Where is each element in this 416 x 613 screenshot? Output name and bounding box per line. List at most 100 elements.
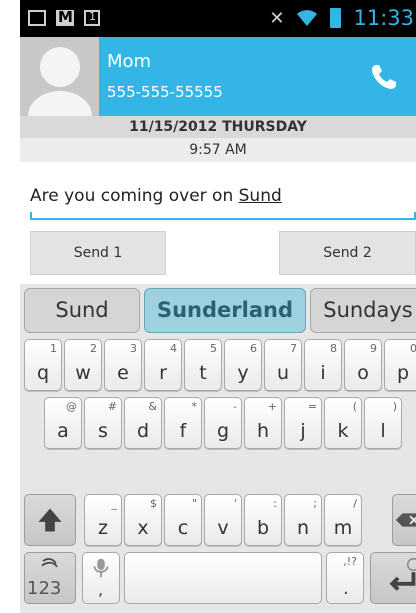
key-hint: $	[150, 497, 157, 510]
notification-icons	[28, 8, 100, 26]
phone-icon[interactable]	[368, 61, 400, 93]
key-label: o	[357, 362, 369, 384]
key-hint: #	[107, 400, 117, 413]
key-o[interactable]: 9o	[344, 339, 382, 391]
key-hint: ;	[313, 497, 317, 510]
smiley-enter-icon	[389, 558, 416, 591]
message-input[interactable]: Are you coming over on Sund	[30, 170, 416, 222]
key-m[interactable]: / m	[324, 494, 362, 546]
key-label: k	[337, 420, 349, 442]
contact-number: 555-555-55555	[107, 83, 223, 101]
send-2-button[interactable]: Send 2	[279, 231, 416, 275]
period-key-hint: ,!?	[343, 555, 357, 568]
avatar-placeholder-icon[interactable]	[20, 37, 99, 116]
voice-comma-key[interactable]: ,	[82, 552, 120, 604]
composing-word: Sund	[238, 186, 282, 206]
key-label: b	[256, 517, 270, 539]
suggestion-alt[interactable]: Sundays	[310, 288, 416, 333]
key-h[interactable]: + h	[244, 397, 282, 449]
key-hint: 2	[90, 342, 97, 355]
system-icons: ✕ 11:33	[269, 6, 414, 30]
key-l[interactable]: ) l	[364, 397, 402, 449]
key-label: z	[98, 517, 108, 539]
key-label: w	[75, 362, 91, 384]
key-hint: 6	[250, 342, 257, 355]
input-underline	[30, 212, 416, 220]
key-hint: =	[307, 400, 317, 413]
key-z[interactable]: _ z	[84, 494, 122, 546]
microphone-icon	[93, 558, 109, 578]
key-w[interactable]: 2w	[64, 339, 102, 391]
key-t[interactable]: 5t	[184, 339, 222, 391]
key-label: n	[296, 517, 310, 539]
key-hint: &	[148, 400, 157, 413]
key-hint: _	[111, 497, 118, 510]
comma-label: ,	[98, 580, 104, 599]
key-hint: )	[392, 400, 397, 413]
calendar-icon	[84, 10, 100, 26]
key-hint: 1	[50, 342, 57, 355]
suggestion-typed[interactable]: Sund	[24, 288, 140, 333]
key-label: t	[199, 362, 207, 384]
key-a[interactable]: @ a	[44, 397, 82, 449]
key-c[interactable]: " c	[164, 494, 202, 546]
key-hint: (	[352, 400, 357, 413]
key-label: i	[320, 362, 326, 384]
key-r[interactable]: 4r	[144, 339, 182, 391]
shift-arrow-icon	[38, 508, 62, 532]
battery-icon	[330, 8, 342, 28]
key-x[interactable]: $ x	[124, 494, 162, 546]
symbols-key[interactable]: 123	[24, 552, 76, 604]
key-label: x	[137, 517, 149, 539]
send-1-button[interactable]: Send 1	[30, 231, 166, 275]
key-v[interactable]: ' v	[204, 494, 242, 546]
message-text[interactable]: Are you coming over on Sund	[30, 186, 282, 206]
key-n[interactable]: ; n	[284, 494, 322, 546]
suggestion-selected[interactable]: Sunderland	[144, 288, 306, 333]
key-hint: :	[273, 497, 277, 510]
key-hint: /	[353, 497, 357, 510]
key-label: u	[276, 362, 290, 384]
contact-header[interactable]: Mom 555-555-55555	[20, 37, 416, 116]
key-e[interactable]: 3e	[104, 339, 142, 391]
key-y[interactable]: 6y	[224, 339, 262, 391]
key-hint: 4	[170, 342, 177, 355]
key-hint: @	[66, 400, 77, 413]
key-label: j	[300, 420, 306, 442]
key-k[interactable]: (k	[324, 397, 362, 449]
key-label: l	[380, 420, 386, 442]
key-g[interactable]: -g	[204, 397, 242, 449]
gmail-icon	[56, 8, 74, 26]
key-q[interactable]: 1q	[24, 339, 62, 391]
period-key[interactable]: ,!? .	[326, 552, 364, 604]
key-s[interactable]: # s	[84, 397, 122, 449]
key-b[interactable]: :b	[244, 494, 282, 546]
conversation-date: 11/15/2012 THURSDAY	[20, 116, 416, 138]
key-hint: "	[191, 497, 197, 510]
key-label: h	[256, 420, 270, 442]
key-f[interactable]: * f	[164, 397, 202, 449]
key-label: g	[216, 420, 230, 442]
key-i[interactable]: 8i	[304, 339, 342, 391]
enter-key[interactable]	[370, 552, 416, 604]
shift-key[interactable]	[24, 494, 76, 546]
period-label: .	[343, 578, 349, 599]
backspace-icon	[395, 513, 416, 527]
key-u[interactable]: 7u	[264, 339, 302, 391]
key-p[interactable]: 0p	[384, 339, 416, 391]
mute-icon: ✕	[269, 7, 285, 29]
status-time: 11:33	[353, 6, 414, 30]
key-label: e	[117, 362, 129, 384]
wifi-icon	[296, 9, 318, 27]
delete-key[interactable]	[392, 494, 416, 546]
key-d[interactable]: & d	[124, 397, 162, 449]
space-key[interactable]	[124, 552, 322, 604]
key-j[interactable]: = j	[284, 397, 322, 449]
key-label: c	[177, 517, 189, 539]
key-hint: 5	[210, 342, 217, 355]
key-label: v	[217, 517, 229, 539]
key-label: y	[237, 362, 249, 384]
key-hint: 7	[290, 342, 297, 355]
status-bar: ✕ 11:33	[20, 0, 416, 37]
key-hint: 0	[410, 342, 416, 355]
